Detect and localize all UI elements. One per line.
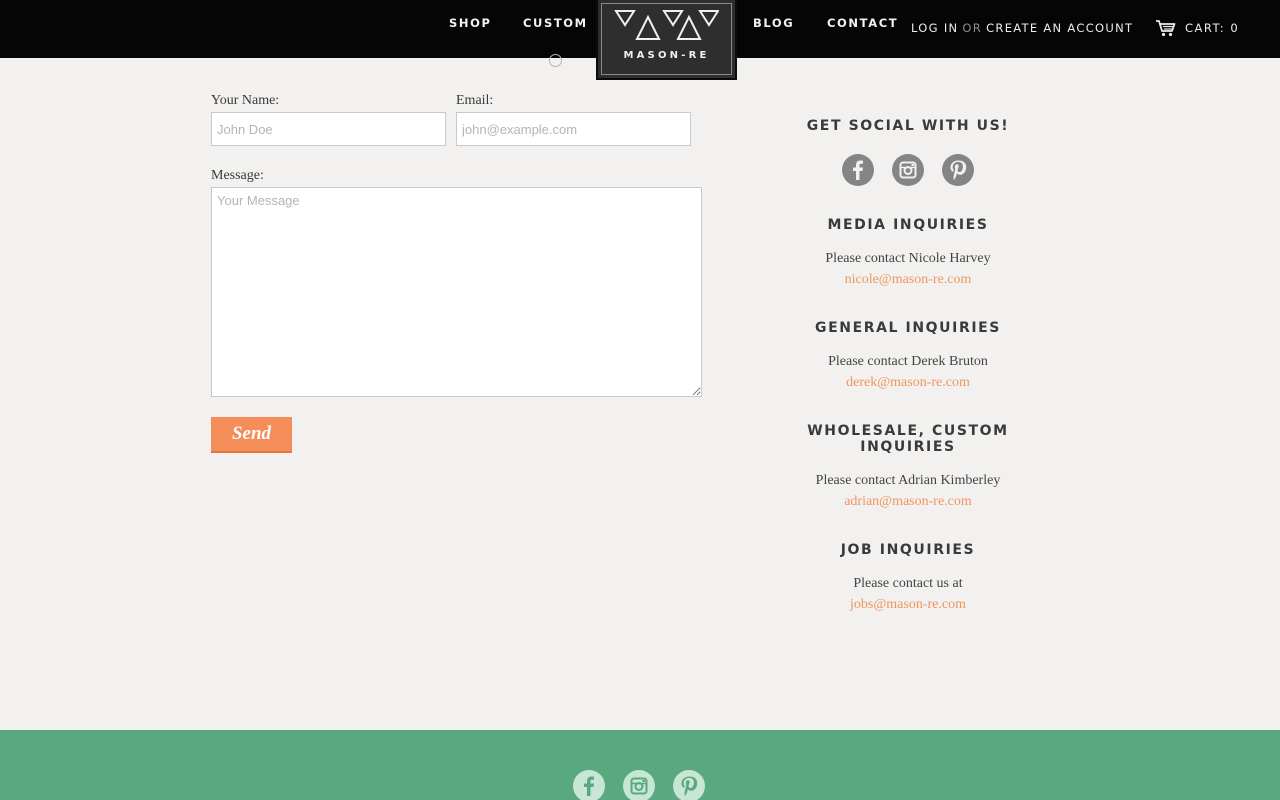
general-contact-text: Please contact Derek Bruton [828,354,988,369]
message-label: Message: [211,168,264,183]
cart-count: Cart: 0 [1185,21,1240,35]
wholesale-inquiries: Wholesale, Custom Inquiries Please conta… [758,423,1058,512]
job-heading: Job Inquiries [840,542,976,558]
media-heading: Media Inquiries [827,217,989,233]
job-contact-text: Please contact us at [853,576,963,591]
social-links [758,154,1058,186]
nav-custom[interactable]: Custom [523,16,588,30]
media-inquiries: Media Inquiries Please contact Nicole Ha… [758,217,1058,290]
instagram-icon[interactable] [623,770,655,800]
triangles-logo-icon [614,10,719,40]
job-email-link[interactable]: jobs@mason-re.com [758,594,1058,615]
name-label: Your Name: [211,93,280,108]
contact-info-sidebar: Get Social With Us! Media Inquiries Plea… [758,118,1058,615]
nav-contact[interactable]: Contact [827,16,898,30]
message-textarea[interactable] [211,187,702,397]
create-account-link[interactable]: Create an account [986,21,1133,35]
or-separator: or [962,21,983,35]
media-contact-text: Please contact Nicole Harvey [825,251,991,266]
email-input[interactable] [456,112,691,146]
general-heading: General Inquiries [815,320,1001,336]
instagram-icon[interactable] [892,154,924,186]
loading-ring [549,54,562,67]
login-link[interactable]: Log in [911,21,958,35]
pinterest-icon[interactable] [673,770,705,800]
general-email-link[interactable]: derek@mason-re.com [758,372,1058,393]
logo-text: MASON-RE [623,50,710,61]
job-inquiries: Job Inquiries Please contact us at jobs@… [758,542,1058,615]
send-button[interactable]: Send [211,417,292,453]
cart-link[interactable]: Cart: 0 [1155,19,1239,37]
general-inquiries: General Inquiries Please contact Derek B… [758,320,1058,393]
facebook-icon[interactable] [842,154,874,186]
wholesale-heading: Wholesale, Custom Inquiries [807,423,1009,455]
name-input[interactable] [211,112,446,146]
site-footer [0,730,1280,800]
nav-blog[interactable]: Blog [753,16,794,30]
footer-social-links [573,770,705,800]
wholesale-contact-text: Please contact Adrian Kimberley [815,473,1001,488]
pinterest-icon[interactable] [942,154,974,186]
cart-icon [1156,20,1176,37]
facebook-icon[interactable] [573,770,605,800]
site-logo[interactable]: MASON-RE [596,0,737,80]
email-label: Email: [456,93,494,108]
nav-shop[interactable]: Shop [449,16,492,30]
wholesale-email-link[interactable]: adrian@mason-re.com [758,491,1058,512]
social-heading: Get Social With Us! [806,118,1010,134]
account-links: Log in or Create an account [911,21,1133,35]
media-email-link[interactable]: nicole@mason-re.com [758,269,1058,290]
